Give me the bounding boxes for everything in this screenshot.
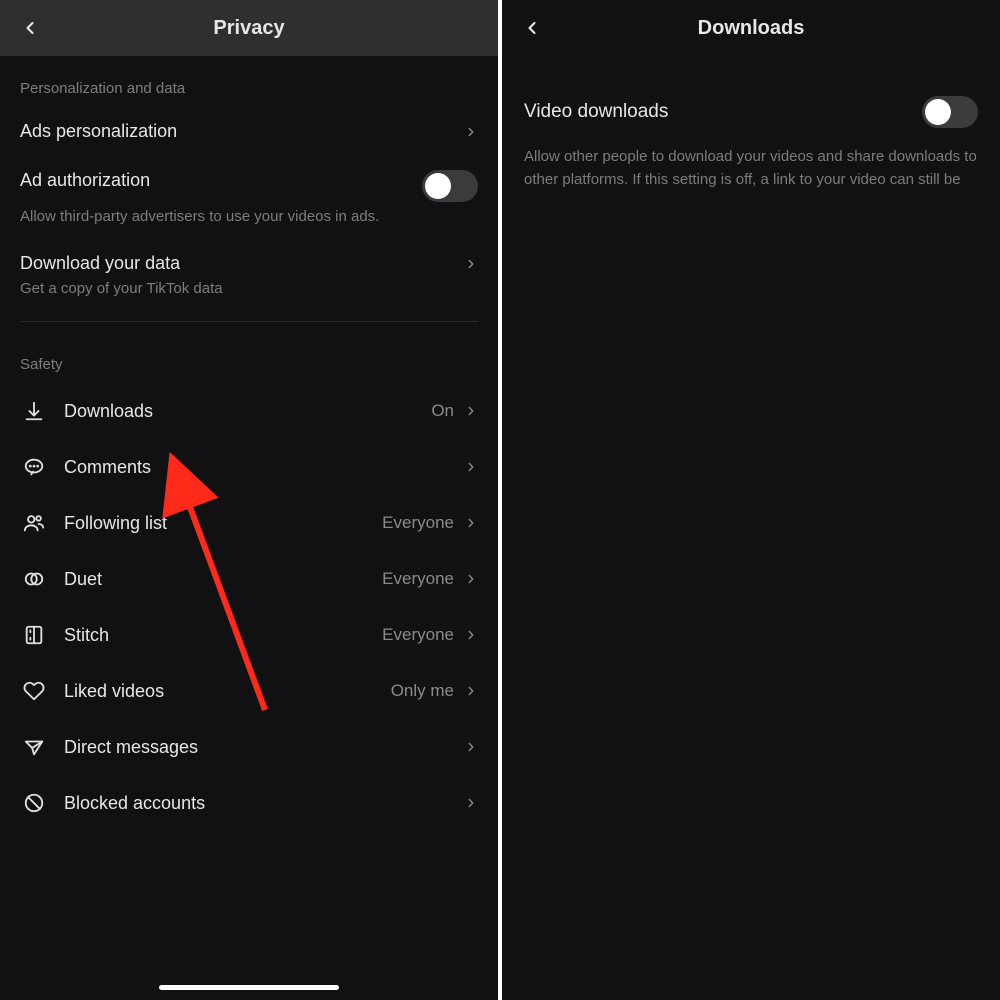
row-liked-videos[interactable]: Liked videos Only me (0, 663, 498, 719)
row-value: Only me (391, 681, 454, 701)
chevron-right-icon (464, 125, 478, 139)
privacy-title: Privacy (0, 17, 498, 40)
row-sublabel: Get a copy of your TikTok data (20, 280, 478, 297)
downloads-screen: Downloads Video downloads Allow other pe… (500, 0, 1000, 1000)
chevron-right-icon (464, 572, 478, 586)
downloads-header: Downloads (502, 0, 1000, 56)
section-personalization-header: Personalization and data (0, 56, 498, 107)
row-label: Downloads (64, 401, 431, 422)
chevron-right-icon (464, 460, 478, 474)
row-label: Video downloads (524, 101, 668, 123)
row-comments[interactable]: Comments (0, 439, 498, 495)
chevron-right-icon (464, 740, 478, 754)
chevron-right-icon (464, 796, 478, 810)
row-value: Everyone (382, 513, 454, 533)
chevron-right-icon (464, 628, 478, 642)
row-direct-messages[interactable]: Direct messages (0, 719, 498, 775)
back-button[interactable] (514, 10, 550, 46)
row-label: Stitch (64, 625, 382, 646)
back-button[interactable] (12, 10, 48, 46)
row-label: Duet (64, 569, 382, 590)
row-value: Everyone (382, 569, 454, 589)
row-blocked-accounts[interactable]: Blocked accounts (0, 775, 498, 831)
chevron-left-icon (522, 18, 542, 38)
row-label: Comments (64, 457, 464, 478)
stitch-icon (20, 621, 48, 649)
chevron-right-icon (464, 404, 478, 418)
row-duet[interactable]: Duet Everyone (0, 551, 498, 607)
row-label: Direct messages (64, 737, 464, 758)
row-sublabel: Allow third-party advertisers to use you… (20, 208, 478, 225)
divider (20, 321, 478, 322)
row-value: Everyone (382, 625, 454, 645)
row-download-your-data[interactable]: Download your data Get a copy of your Ti… (0, 239, 498, 311)
comment-icon (20, 453, 48, 481)
block-icon (20, 789, 48, 817)
chevron-right-icon (464, 684, 478, 698)
row-ad-authorization[interactable]: Ad authorization Allow third-party adver… (0, 156, 498, 239)
row-following-list[interactable]: Following list Everyone (0, 495, 498, 551)
row-downloads[interactable]: Downloads On (0, 383, 498, 439)
chevron-right-icon (464, 516, 478, 530)
ad-authorization-toggle[interactable] (422, 170, 478, 202)
chevron-left-icon (20, 18, 40, 38)
row-label: Blocked accounts (64, 793, 464, 814)
row-label: Ad authorization (20, 170, 422, 191)
chevron-right-icon (464, 257, 478, 271)
downloads-title: Downloads (502, 17, 1000, 40)
download-icon (20, 397, 48, 425)
row-video-downloads[interactable]: Video downloads (524, 96, 978, 128)
people-icon (20, 509, 48, 537)
home-indicator[interactable] (159, 985, 339, 990)
send-icon (20, 733, 48, 761)
section-safety-header: Safety (0, 332, 498, 383)
downloads-body: Video downloads Allow other people to do… (502, 56, 1000, 191)
video-downloads-toggle[interactable] (922, 96, 978, 128)
heart-icon (20, 677, 48, 705)
privacy-header: Privacy (0, 0, 498, 56)
row-stitch[interactable]: Stitch Everyone (0, 607, 498, 663)
row-label: Following list (64, 513, 382, 534)
row-value: On (431, 401, 454, 421)
row-label: Ads personalization (20, 121, 464, 142)
duet-icon (20, 565, 48, 593)
privacy-screen: Privacy Personalization and data Ads per… (0, 0, 500, 1000)
video-downloads-description: Allow other people to download your vide… (524, 146, 978, 191)
row-label: Download your data (20, 253, 464, 274)
row-ads-personalization[interactable]: Ads personalization (0, 107, 498, 156)
row-label: Liked videos (64, 681, 391, 702)
